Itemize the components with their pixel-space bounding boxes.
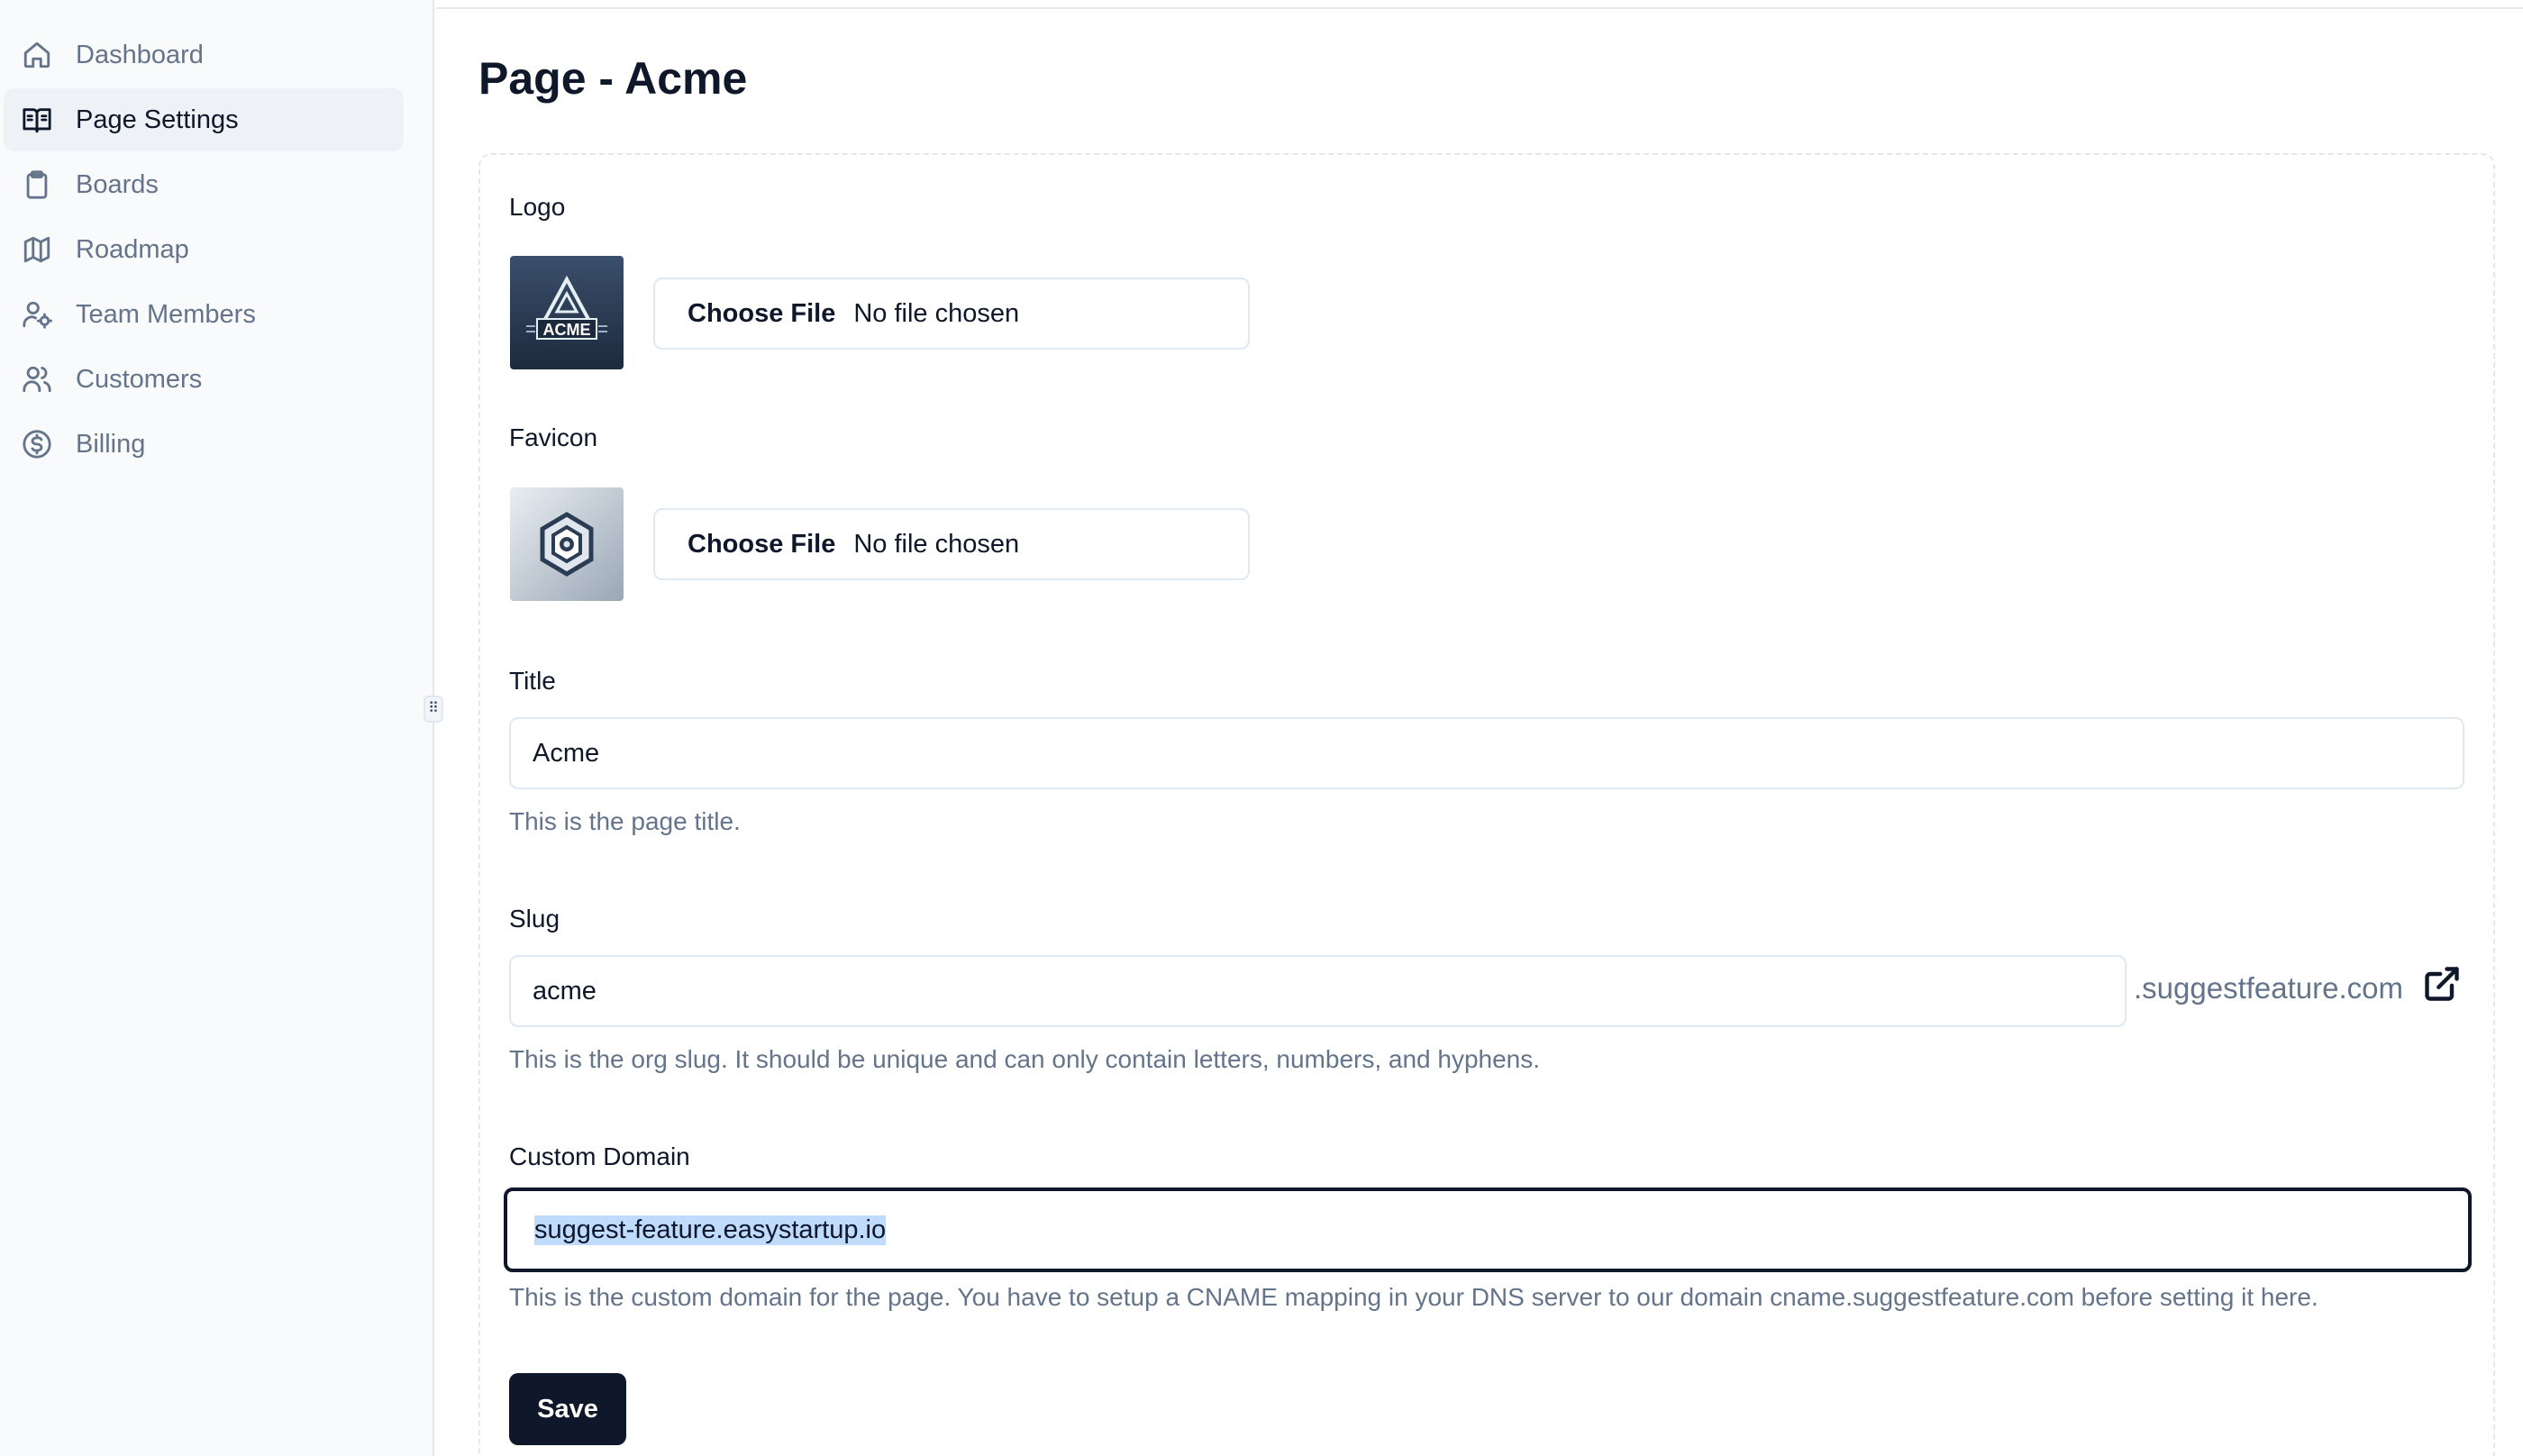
user-cog-icon	[20, 297, 54, 332]
favicon-label: Favicon	[509, 423, 598, 451]
external-link-icon[interactable]	[2422, 964, 2462, 1004]
clipboard-icon	[20, 168, 54, 202]
sidebar-item-dashboard[interactable]: Dashboard	[4, 23, 404, 86]
title-label: Title	[509, 667, 556, 695]
favicon-preview	[510, 487, 624, 601]
favicon-choose-file-button[interactable]: Choose File	[688, 530, 835, 560]
sidebar: Dashboard Page Settings Boards Roadmap T…	[0, 0, 434, 1456]
title-input-value: Acme	[533, 738, 600, 768]
sidebar-item-label: Billing	[76, 429, 146, 459]
custom-domain-label: Custom Domain	[509, 1142, 690, 1170]
sidebar-item-page-settings[interactable]: Page Settings	[4, 88, 404, 151]
sidebar-item-roadmap[interactable]: Roadmap	[4, 218, 404, 281]
sidebar-item-billing[interactable]: Billing	[4, 413, 404, 476]
users-icon	[20, 362, 54, 396]
map-icon	[20, 232, 54, 267]
sidebar-resize-handle[interactable]: ⠿	[424, 696, 443, 723]
logo-file-input[interactable]: Choose File No file chosen	[653, 278, 1250, 350]
slug-help-text: This is the org slug. It should be uniqu…	[509, 1045, 1541, 1073]
home-icon	[20, 38, 54, 72]
logo-image-text: ACME	[543, 321, 591, 339]
title-input[interactable]: Acme	[509, 717, 2464, 789]
favicon-file-status: No file chosen	[853, 529, 1020, 559]
logo-choose-file-button[interactable]: Choose File	[688, 299, 835, 329]
favicon-file-input[interactable]: Choose File No file chosen	[653, 508, 1250, 580]
book-open-icon	[20, 103, 54, 137]
custom-domain-input-value: suggest-feature.easystartup.io	[534, 1215, 887, 1245]
dollar-circle-icon	[20, 427, 54, 461]
grip-icon: ⠿	[428, 701, 439, 716]
sidebar-item-label: Boards	[76, 169, 159, 199]
slug-domain-suffix: .suggestfeature.com	[2134, 971, 2403, 1005]
sidebar-item-label: Team Members	[76, 299, 256, 329]
title-help-text: This is the page title.	[509, 807, 741, 835]
slug-input[interactable]: acme	[509, 955, 2127, 1027]
slug-input-value: acme	[533, 976, 597, 1006]
page-title: Page - Acme	[478, 53, 748, 104]
logo-file-status: No file chosen	[853, 298, 1020, 328]
sidebar-item-boards[interactable]: Boards	[4, 153, 404, 216]
save-button[interactable]: Save	[509, 1373, 626, 1445]
custom-domain-help-text: This is the custom domain for the page. …	[509, 1283, 2318, 1311]
sidebar-item-label: Page Settings	[76, 105, 239, 134]
custom-domain-input[interactable]: suggest-feature.easystartup.io	[504, 1188, 2472, 1272]
slug-label: Slug	[509, 905, 560, 933]
sidebar-item-customers[interactable]: Customers	[4, 348, 404, 411]
sidebar-item-team-members[interactable]: Team Members	[4, 283, 404, 346]
sidebar-item-label: Roadmap	[76, 234, 189, 264]
logo-label: Logo	[509, 193, 566, 221]
sidebar-item-label: Dashboard	[76, 40, 204, 69]
top-divider	[436, 7, 2523, 9]
logo-preview: ACME	[510, 256, 624, 369]
sidebar-item-label: Customers	[76, 364, 203, 394]
